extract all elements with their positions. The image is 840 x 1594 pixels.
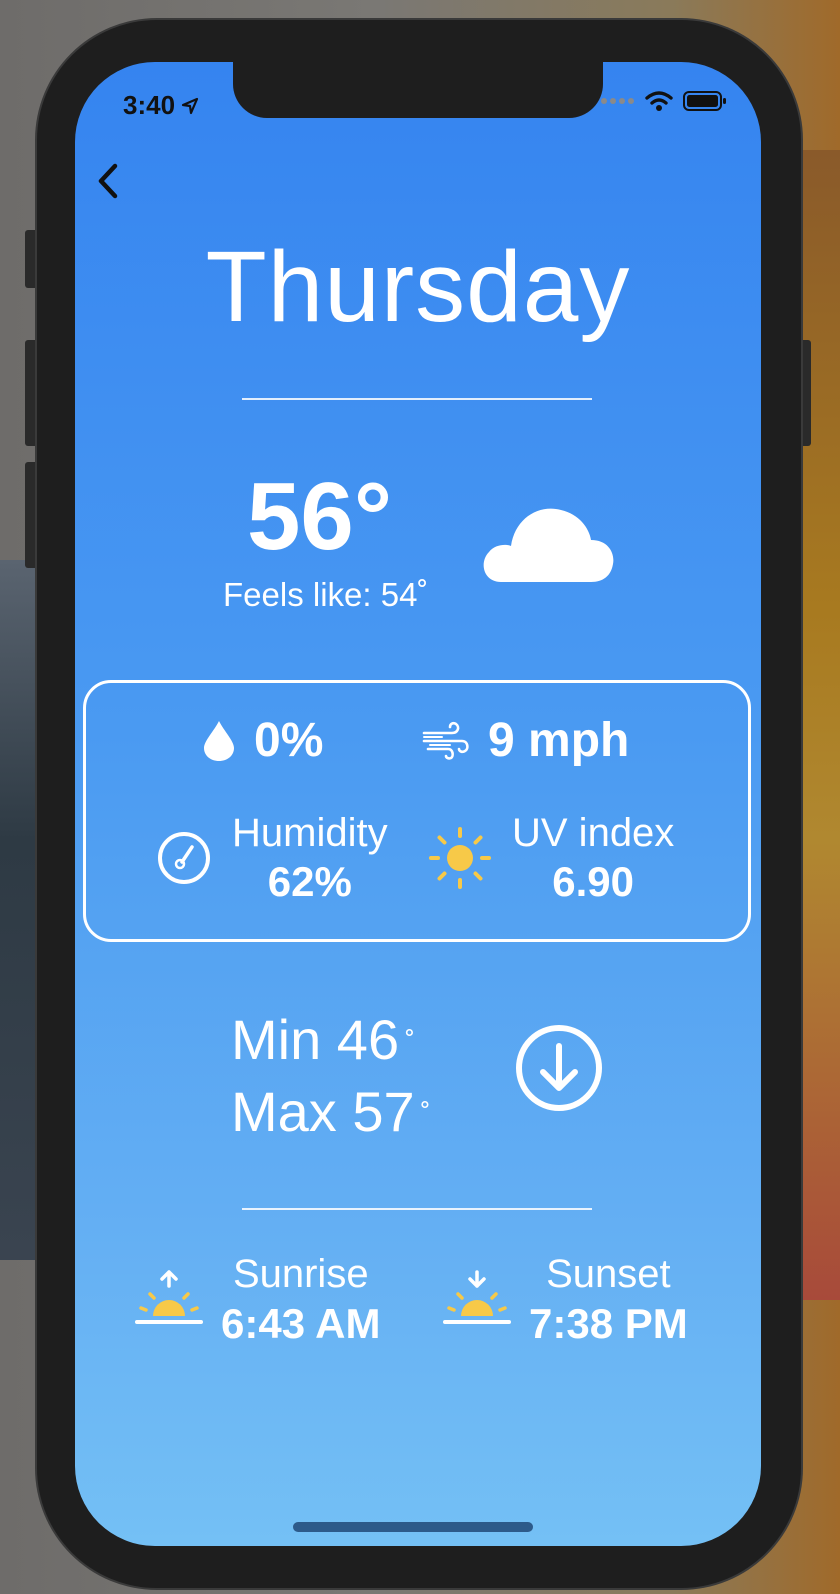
sunrise-icon bbox=[135, 1270, 203, 1324]
drop-icon bbox=[204, 720, 234, 761]
uv-text: UV index 6.90 bbox=[512, 809, 674, 907]
sunrise-label: Sunrise bbox=[232, 1252, 369, 1296]
humidity-label: Humidity bbox=[232, 811, 388, 855]
sunset-label: Sunset bbox=[546, 1252, 671, 1296]
sunrise-time: 6:43 AM bbox=[221, 1300, 381, 1347]
wind: 9 mph bbox=[422, 713, 629, 768]
day-title: Thursday bbox=[205, 231, 631, 343]
uv-value: 6.90 bbox=[552, 858, 635, 905]
weather-detail-screen: 3:40 Thursday 56° Feels like: 54˚ 0% 9 m… bbox=[75, 62, 761, 1546]
sunset-time: 7:38 PM bbox=[529, 1300, 688, 1347]
status-indicators bbox=[601, 90, 727, 112]
gauge-icon bbox=[158, 832, 210, 884]
precipitation: 0% bbox=[202, 713, 323, 768]
wind-icon bbox=[422, 721, 469, 760]
sun-icon bbox=[429, 827, 491, 889]
cloud-icon bbox=[483, 508, 614, 582]
sunrise-text: Sunrise 6:43 AM bbox=[221, 1250, 381, 1350]
notch bbox=[233, 62, 603, 118]
signal-dots-icon bbox=[601, 98, 634, 104]
bottom-divider bbox=[242, 1208, 592, 1210]
wifi-icon bbox=[645, 91, 673, 111]
humidity-value: 62% bbox=[267, 858, 352, 905]
sunset-text: Sunset 7:38 PM bbox=[529, 1250, 688, 1350]
max-temperature: Max 57 ˚ bbox=[231, 1080, 431, 1143]
current-temperature: 56° bbox=[247, 463, 393, 570]
sunset: Sunset 7:38 PM bbox=[443, 1250, 688, 1350]
sunrise: Sunrise 6:43 AM bbox=[135, 1250, 381, 1350]
min-max-temperature: Min 46 ˚ Max 57 ˚ bbox=[231, 1004, 431, 1148]
feels-like: Feels like: 54˚ bbox=[223, 576, 429, 613]
humidity: Humidity 62% bbox=[156, 809, 388, 907]
home-indicator[interactable] bbox=[293, 1522, 533, 1532]
back-chevron-icon[interactable] bbox=[89, 158, 129, 204]
sunset-icon bbox=[443, 1270, 511, 1324]
conditions-card: 0% 9 mph Humidity 62% UV index 6.90 bbox=[83, 680, 751, 942]
humidity-text: Humidity 62% bbox=[232, 809, 388, 907]
uv-index: UV index 6.90 bbox=[428, 809, 674, 907]
status-time: 3:40 bbox=[123, 90, 199, 121]
min-temperature: Min 46 ˚ bbox=[231, 1008, 416, 1071]
top-divider bbox=[242, 398, 592, 400]
location-arrow-icon bbox=[181, 97, 199, 114]
uv-label: UV index bbox=[512, 811, 675, 855]
arrow-down-circle-icon[interactable] bbox=[513, 1022, 605, 1114]
battery-icon bbox=[683, 91, 726, 111]
